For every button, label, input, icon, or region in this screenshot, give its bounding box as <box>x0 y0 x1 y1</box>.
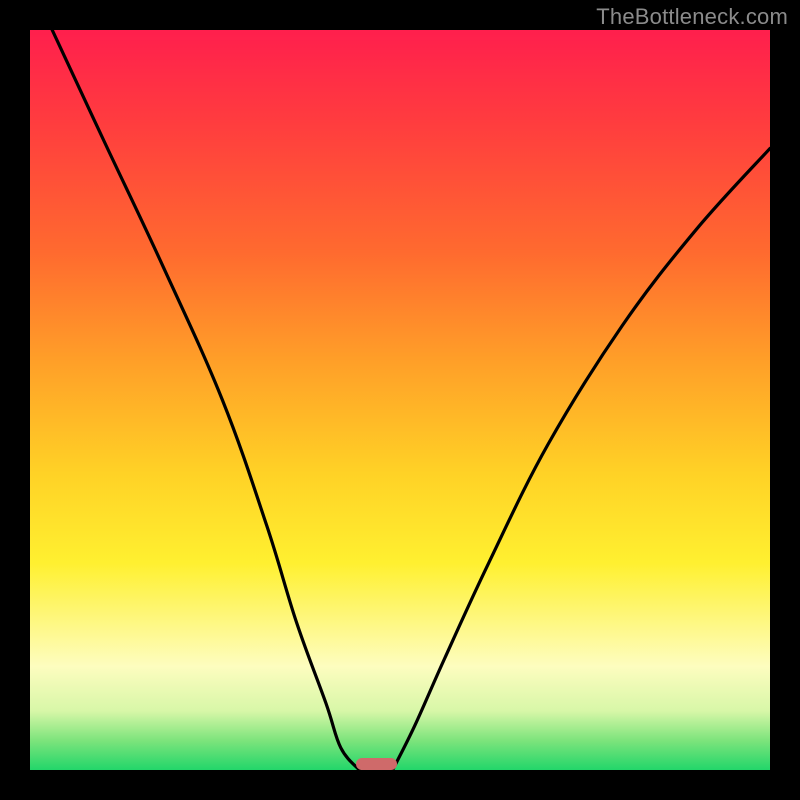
curve-layer <box>30 30 770 770</box>
curve-right <box>393 148 770 770</box>
chart-frame: TheBottleneck.com <box>0 0 800 800</box>
bottleneck-marker <box>356 758 397 770</box>
watermark-text: TheBottleneck.com <box>596 4 788 30</box>
curve-left <box>52 30 359 770</box>
plot-area <box>30 30 770 770</box>
